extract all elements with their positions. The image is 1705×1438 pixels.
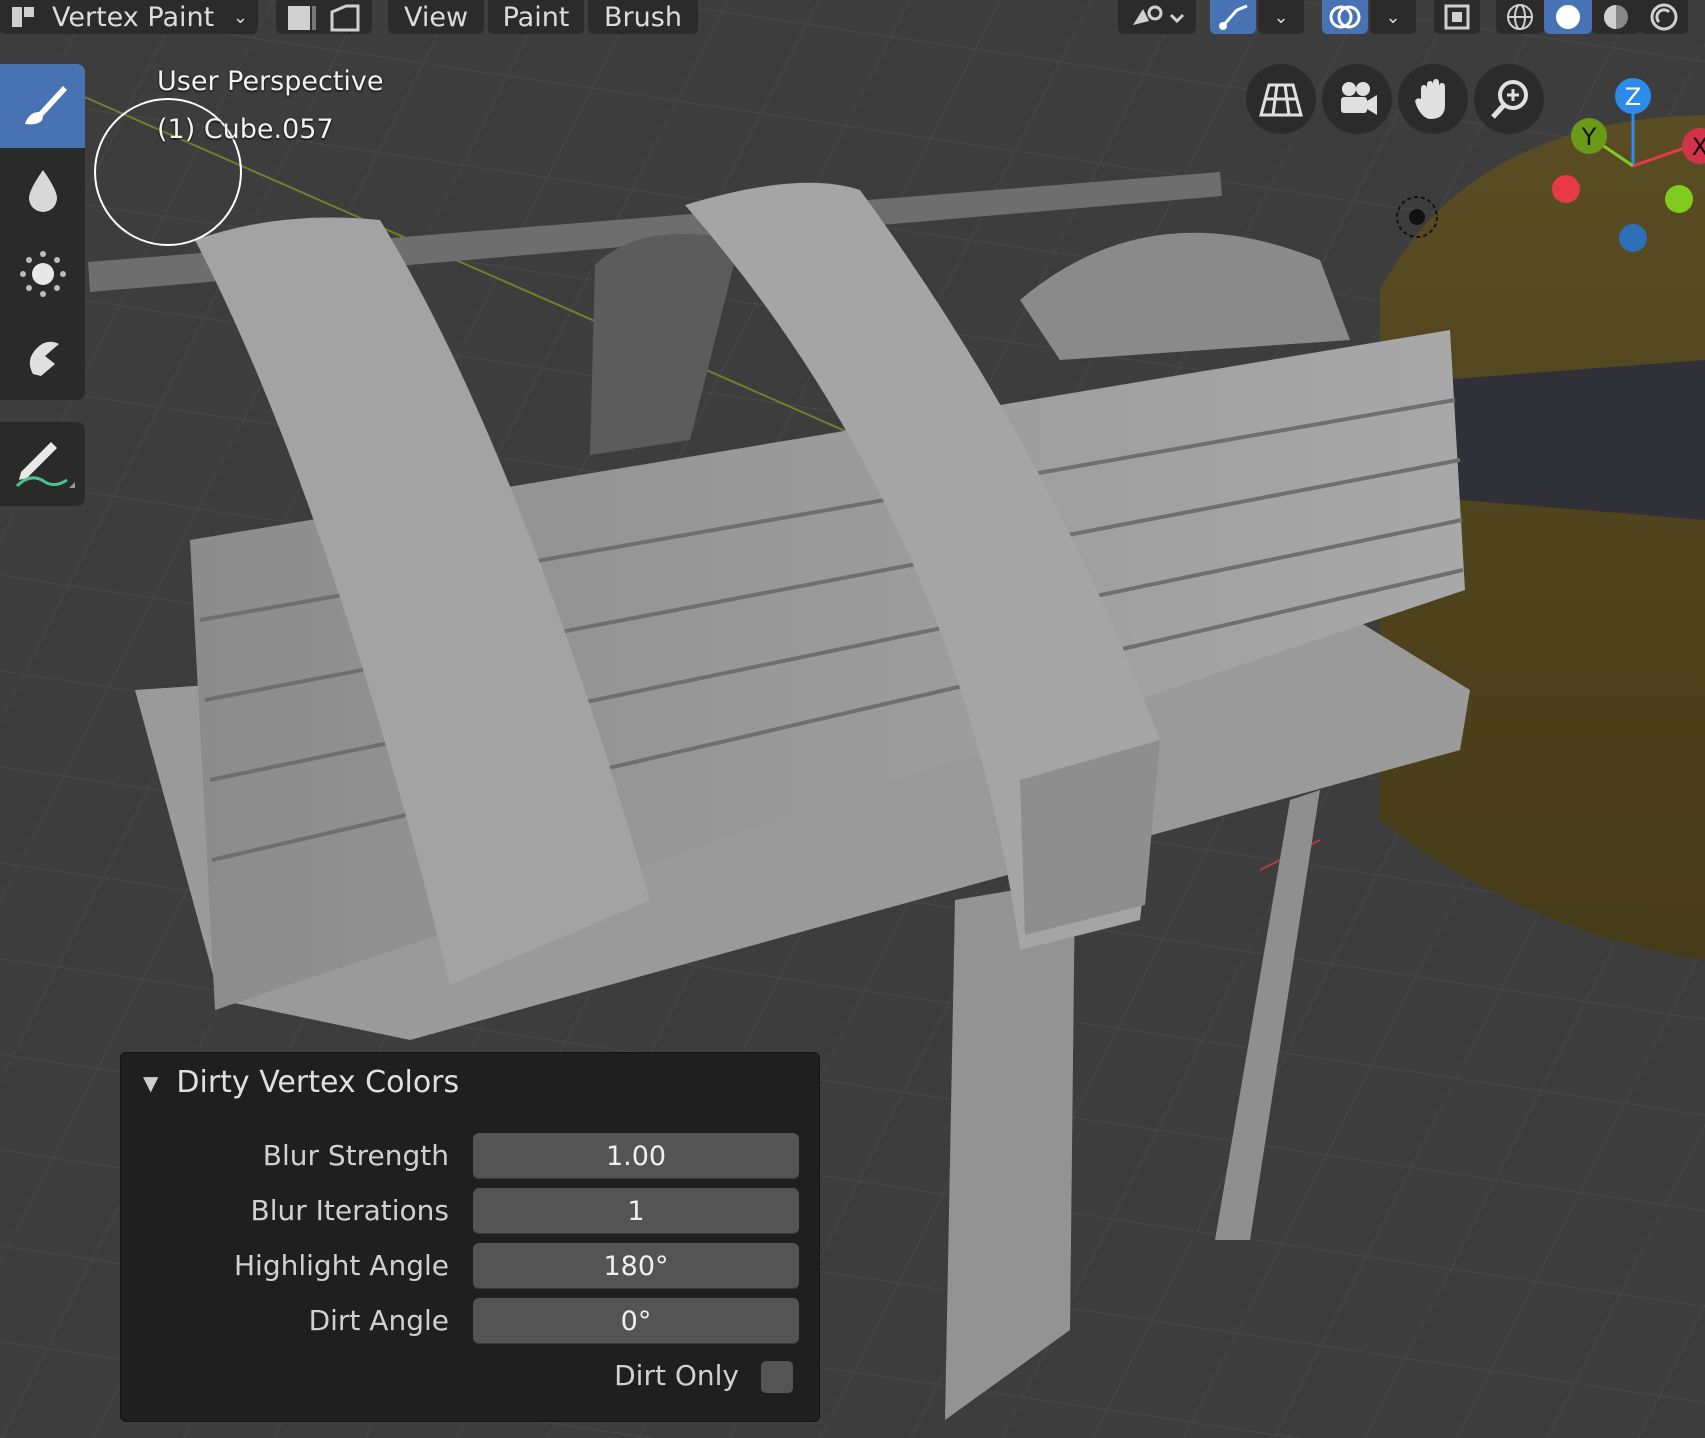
origin-pivot-icon <box>1396 196 1438 238</box>
gizmo-neg-z[interactable] <box>1619 224 1647 252</box>
gizmo-neg-y[interactable] <box>1665 185 1693 213</box>
material-preview-icon <box>1604 5 1628 29</box>
tool-annotate[interactable] <box>0 422 85 506</box>
dirt-only-row: Dirt Only <box>121 1353 821 1399</box>
zoom-magnifier-icon <box>1491 80 1528 119</box>
rendered-shading-icon <box>1650 3 1678 31</box>
paint-brush-icon <box>24 86 67 125</box>
active-object-name: (1) Cube.057 <box>157 114 334 145</box>
navigation-gizmo[interactable]: Z Y X <box>1540 70 1705 260</box>
xray-toggle[interactable] <box>1434 0 1480 34</box>
tool-smear[interactable] <box>0 316 85 400</box>
zoom-view-button[interactable] <box>1474 64 1544 134</box>
camera-view-button[interactable] <box>1322 64 1392 134</box>
highlight-angle-field[interactable]: 180° <box>473 1243 799 1289</box>
smear-finger-icon <box>29 341 59 376</box>
collapse-triangle-icon[interactable]: ▼ <box>143 1071 158 1095</box>
chevron-down-icon: ⌄ <box>232 6 248 28</box>
menu-paint[interactable]: Paint <box>488 0 584 34</box>
shading-wireframe[interactable] <box>1496 0 1544 34</box>
overlays-dropdown[interactable]: ⌄ <box>1370 0 1416 34</box>
tool-shelf <box>0 64 85 400</box>
mask-toggle-group[interactable] <box>276 0 372 34</box>
redo-panel: ▼ Dirty Vertex Colors Blur Strength 1.00… <box>120 1052 820 1422</box>
pan-view-button[interactable] <box>1398 64 1468 134</box>
wireframe-shading-icon <box>1507 4 1533 30</box>
gizmo-icon <box>1219 4 1248 30</box>
dirt-angle-field[interactable]: 0° <box>473 1298 799 1344</box>
view-name: User Perspective <box>157 66 384 97</box>
solid-shading-icon <box>1556 5 1580 29</box>
mode-selector[interactable]: Vertex Paint ⌄ <box>0 0 258 34</box>
chevron-down-icon: ⌄ <box>1385 6 1401 28</box>
dirt-angle-row: Dirt Angle 0° <box>121 1298 821 1344</box>
blur-iterations-label: Blur Iterations <box>250 1194 449 1227</box>
visibility-dropdown[interactable] <box>1118 0 1196 34</box>
gizmo-dropdown[interactable]: ⌄ <box>1258 0 1304 34</box>
gizmo-toggle[interactable] <box>1210 0 1256 34</box>
dirt-only-checkbox[interactable] <box>761 1361 793 1393</box>
tool-average[interactable] <box>0 232 85 316</box>
selectability-visibility-icon <box>1133 5 1185 25</box>
viewport-header: Vertex Paint ⌄ View Paint Brush ⌄ ⌄ <box>0 0 1705 36</box>
menu-view[interactable]: View <box>388 0 484 34</box>
camera-icon <box>1341 82 1377 115</box>
overlays-icon <box>1329 5 1361 29</box>
shading-material[interactable] <box>1592 0 1640 34</box>
highlight-angle-label: Highlight Angle <box>234 1249 449 1282</box>
annotate-pencil-icon <box>15 442 75 488</box>
blur-iterations-field[interactable]: 1 <box>473 1188 799 1234</box>
toggle-perspective-button[interactable] <box>1246 64 1316 134</box>
redo-panel-title: Dirty Vertex Colors <box>176 1065 460 1100</box>
blur-strength-label: Blur Strength <box>262 1139 449 1172</box>
gizmo-x-label: X <box>1692 133 1705 161</box>
hand-icon <box>1415 79 1445 119</box>
blur-strength-row: Blur Strength 1.00 <box>121 1133 821 1179</box>
tool-blur[interactable] <box>0 148 85 232</box>
shading-rendered[interactable] <box>1640 0 1688 34</box>
overlays-toggle[interactable] <box>1322 0 1368 34</box>
gizmo-neg-x[interactable] <box>1552 175 1580 203</box>
xray-icon <box>1444 4 1470 30</box>
chevron-down-icon: ⌄ <box>1273 6 1289 28</box>
dirt-only-label: Dirt Only <box>614 1359 739 1392</box>
shading-solid[interactable] <box>1544 0 1592 34</box>
face-vertex-mask-icon <box>288 4 360 32</box>
menu-brush[interactable]: Brush <box>588 0 698 34</box>
perspective-grid-icon <box>1259 83 1303 117</box>
redo-panel-header[interactable]: ▼ Dirty Vertex Colors <box>143 1065 459 1100</box>
gizmo-y-label: Y <box>1581 123 1597 151</box>
gizmo-z-label: Z <box>1625 83 1641 111</box>
average-icon <box>19 251 66 297</box>
blur-iterations-row: Blur Iterations 1 <box>121 1188 821 1234</box>
vertex-paint-mode-icon <box>12 7 34 27</box>
dirt-angle-label: Dirt Angle <box>308 1304 449 1337</box>
blur-strength-field[interactable]: 1.00 <box>473 1133 799 1179</box>
blur-drop-icon <box>28 170 57 212</box>
mode-label: Vertex Paint <box>52 1 215 33</box>
tool-draw[interactable] <box>0 64 85 148</box>
highlight-angle-row: Highlight Angle 180° <box>121 1243 821 1289</box>
